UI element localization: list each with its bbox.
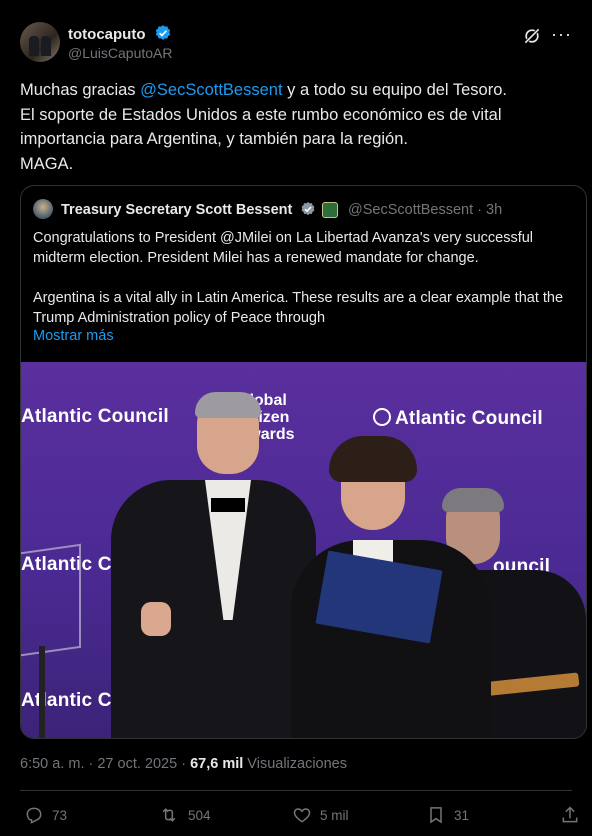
like-button[interactable]: 5 mil <box>292 800 349 830</box>
reply-button[interactable]: 73 <box>24 800 67 830</box>
tweet-text-line1-end: y a todo su equipo del Tesoro. <box>282 81 507 99</box>
views-label: Visualizaciones <box>243 756 347 772</box>
quoted-tweet-photo[interactable]: Atlantic Council Atlantic Council Global… <box>21 362 586 738</box>
podium-stand <box>39 646 45 738</box>
glass-podium <box>21 543 81 657</box>
reply-icon <box>26 807 42 824</box>
quoted-author-avatar[interactable] <box>33 199 53 219</box>
repost-button[interactable]: 504 <box>158 800 211 830</box>
bookmark-button[interactable]: 31 <box>426 800 469 830</box>
quoted-tweet-text: Congratulations to President @JMilei on … <box>33 228 573 328</box>
atlantic-council-logo-icon <box>373 408 391 426</box>
quoted-author-name[interactable]: Treasury Secretary Scott Bessent <box>61 201 316 218</box>
action-bar: 73 504 5 mil 31 <box>20 800 585 830</box>
quoted-handle-time: @SecScottBessent · 3h <box>348 202 503 218</box>
views-count: 67,6 mil <box>190 756 244 772</box>
tweet-text-line4: MAGA. <box>20 154 74 173</box>
bookmark-icon <box>430 807 442 824</box>
divider <box>20 790 572 791</box>
grok-icon[interactable] <box>522 26 542 46</box>
quoted-paragraph-1: Congratulations to President @JMilei on … <box>33 230 534 266</box>
like-count: 5 mil <box>320 807 349 823</box>
tweet-text-start: Muchas gracias <box>20 81 141 99</box>
tweet-text-line3: importancia para Argentina, y también pa… <box>20 130 408 148</box>
timestamp-date[interactable]: 6:50 a. m. · 27 oct. 2025 · <box>20 756 190 772</box>
tweet-timestamp: 6:50 a. m. · 27 oct. 2025 · 67,6 mil Vis… <box>20 756 347 772</box>
heart-icon <box>293 808 311 823</box>
tweet-text-line2: El soporte de Estados Unidos a este rumb… <box>20 105 502 124</box>
more-options-icon[interactable]: ··· <box>551 24 572 45</box>
author-name-row[interactable]: totocaputo <box>68 24 172 43</box>
repost-count: 504 <box>188 807 211 823</box>
quoted-tweet[interactable]: Treasury Secretary Scott Bessent @SecSco… <box>20 185 587 739</box>
share-icon <box>562 806 578 823</box>
author-avatar[interactable] <box>20 22 60 62</box>
bookmark-count: 31 <box>454 807 470 823</box>
quoted-tweet-header: Treasury Secretary Scott Bessent @SecSco… <box>33 198 573 220</box>
mention-link[interactable]: @SecScottBessent <box>140 81 282 99</box>
repost-icon <box>162 808 176 822</box>
quoted-paragraph-2: Argentina is a vital ally in Latin Ameri… <box>33 290 564 326</box>
verified-badge-icon <box>155 25 170 40</box>
quoted-verified-badge-icon <box>301 202 315 216</box>
show-more-link[interactable]: Mostrar más <box>33 328 114 344</box>
reply-count: 73 <box>52 807 68 823</box>
affiliation-badge-icon[interactable] <box>322 202 338 218</box>
person-left-tuxedo <box>111 392 316 738</box>
tweet-text: Muchas gracias @SecScottBessent y a todo… <box>20 78 572 176</box>
share-button[interactable] <box>560 800 588 830</box>
author-handle[interactable]: @LuisCaputoAR <box>68 45 173 61</box>
sign-atlantic-council-right: Atlantic Council <box>373 408 543 430</box>
tweet-header: totocaputo @LuisCaputoAR ··· <box>20 22 572 64</box>
author-display-name[interactable]: totocaputo <box>68 26 145 43</box>
